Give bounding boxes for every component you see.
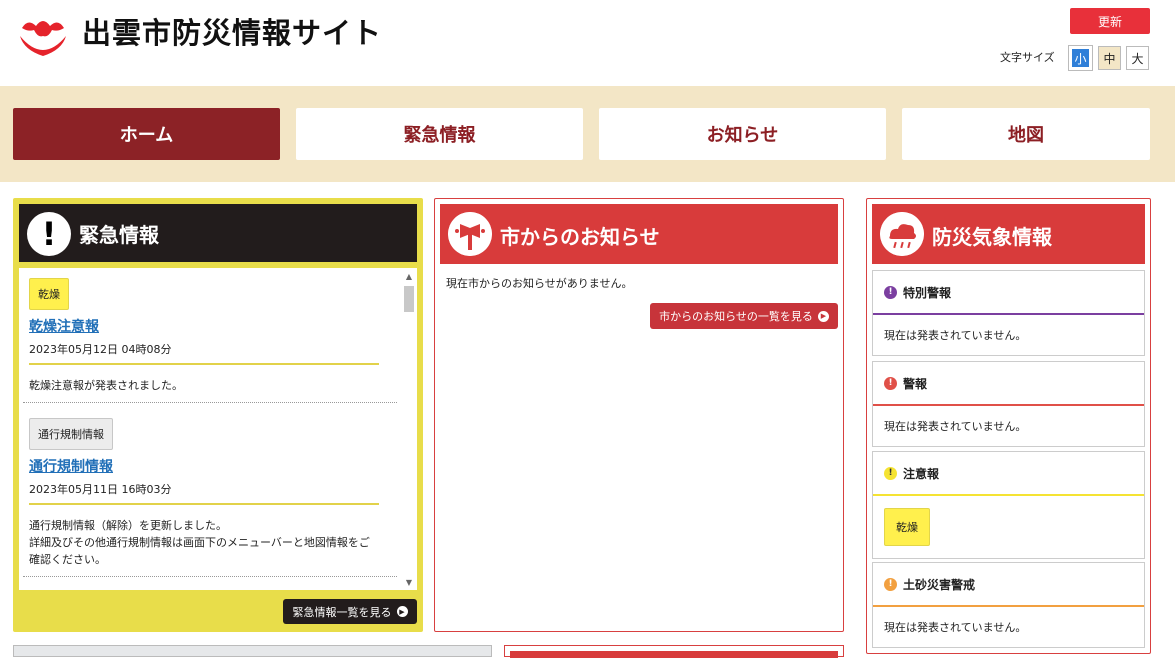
- font-size-small-button[interactable]: 小: [1068, 45, 1093, 71]
- city-notice-list-button[interactable]: 市からのお知らせの一覧を見る ▶: [650, 303, 838, 329]
- item-description: 乾燥注意報が発表されました。: [29, 379, 183, 392]
- city-logo-icon[interactable]: [18, 14, 68, 58]
- exclamation-icon: !: [884, 466, 897, 480]
- site-title[interactable]: 出雲市防災情報サイト: [82, 10, 382, 52]
- warning-status: 現在は発表されていません。: [884, 420, 1027, 433]
- warning-header: ! 警報: [873, 362, 1144, 406]
- advisory-header: ! 注意報: [873, 452, 1144, 496]
- weather-special-warning[interactable]: ! 特別警報 現在は発表されていません。: [872, 270, 1145, 356]
- tab-home[interactable]: ホーム: [13, 108, 280, 160]
- category-badge: 通行規制情報: [29, 418, 113, 450]
- tab-emergency[interactable]: 緊急情報: [296, 108, 583, 160]
- divider: [23, 402, 397, 403]
- weather-advisory[interactable]: ! 注意報 乾燥: [872, 451, 1145, 559]
- city-notice-title: 市からのお知らせ: [500, 225, 660, 249]
- weather-title: 防災気象情報: [932, 225, 1052, 249]
- item-title-link[interactable]: 乾燥注意報: [29, 316, 399, 336]
- emergency-list-button-label: 緊急情報一覧を見る: [292, 605, 392, 619]
- advisory-label: 注意報: [903, 466, 940, 481]
- emergency-list[interactable]: 乾燥 乾燥注意報 2023年05月12日 04時08分 乾燥注意報が発表されまし…: [19, 268, 417, 590]
- font-size-medium-button[interactable]: 中: [1098, 46, 1121, 70]
- landslide-header: ! 土砂災害警戒: [873, 563, 1144, 607]
- warning-label: 警報: [903, 376, 928, 391]
- emergency-title: 緊急情報: [79, 223, 159, 247]
- exclamation-icon: !: [884, 376, 897, 390]
- rain-cloud-icon: [880, 212, 924, 256]
- map-preview[interactable]: [13, 645, 492, 657]
- item-description: 通行規制情報（解除）を更新しました。 詳細及びその他通行規制情報は画面下のメニュ…: [29, 519, 370, 566]
- site-header: 出雲市防災情報サイト 更新 文字サイズ 小 中 大: [0, 0, 1175, 86]
- weather-warning[interactable]: ! 警報 現在は発表されていません。: [872, 361, 1145, 447]
- scroll-thumb[interactable]: [404, 286, 414, 312]
- city-notice-header: 市からのお知らせ: [440, 204, 838, 264]
- item-date: 2023年05月11日 16時03分: [29, 481, 379, 505]
- weather-landslide[interactable]: ! 土砂災害警戒 現在は発表されていません。: [872, 562, 1145, 648]
- arrow-right-icon: ▶: [817, 310, 829, 322]
- landslide-status: 現在は発表されていません。: [884, 621, 1027, 634]
- main-nav: ホーム 緊急情報 お知らせ 地図: [0, 86, 1175, 182]
- item-date: 2023年05月12日 04時08分: [29, 341, 379, 365]
- weather-header: 防災気象情報: [872, 204, 1145, 264]
- tab-map[interactable]: 地図: [902, 108, 1150, 160]
- item-title-link[interactable]: 通行規制情報: [29, 456, 399, 476]
- divider: [23, 576, 397, 577]
- special-warning-header: ! 特別警報: [873, 271, 1144, 315]
- emergency-header: ! 緊急情報: [19, 204, 417, 262]
- list-item: 通行規制情報 通行規制情報 2023年05月11日 16時03分 通行規制情報（…: [29, 418, 399, 568]
- scroll-up-arrow-icon[interactable]: ▲: [403, 270, 415, 282]
- special-warning-status: 現在は発表されていません。: [884, 329, 1027, 342]
- refresh-button[interactable]: 更新: [1070, 8, 1150, 34]
- emergency-panel: ! 緊急情報 乾燥 乾燥注意報 2023年05月12日 04時08分 乾燥注意報…: [13, 198, 423, 632]
- emergency-list-button[interactable]: 緊急情報一覧を見る ▶: [283, 599, 417, 624]
- special-warning-label: 特別警報: [903, 285, 952, 300]
- list-item: 乾燥 乾燥注意報 2023年05月12日 04時08分 乾燥注意報が発表されまし…: [29, 278, 399, 394]
- font-size-label: 文字サイズ: [1000, 51, 1055, 64]
- city-notice-panel: 市からのお知らせ 現在市からのお知らせがありません。 市からのお知らせの一覧を見…: [434, 198, 844, 632]
- weather-panel: 防災気象情報 ! 特別警報 現在は発表されていません。 ! 警報 現在は発表され…: [866, 198, 1151, 654]
- font-size-large-button[interactable]: 大: [1126, 46, 1149, 70]
- advisory-badge[interactable]: 乾燥: [884, 508, 930, 546]
- loudspeaker-icon: [448, 212, 492, 256]
- category-badge: 乾燥: [29, 278, 69, 310]
- tab-notices[interactable]: お知らせ: [599, 108, 886, 160]
- scroll-down-arrow-icon[interactable]: ▼: [403, 576, 415, 588]
- landslide-label: 土砂災害警戒: [903, 577, 976, 592]
- exclamation-icon: !: [884, 285, 897, 299]
- next-panel: [504, 645, 844, 658]
- scrollbar[interactable]: ▲ ▼: [402, 270, 415, 588]
- exclamation-icon: !: [884, 577, 897, 591]
- exclamation-icon: !: [27, 212, 71, 256]
- city-notice-list-button-label: 市からのお知らせの一覧を見る: [659, 310, 813, 323]
- city-notice-empty-text: 現在市からのお知らせがありません。: [446, 277, 633, 290]
- arrow-right-icon: ▶: [396, 606, 408, 617]
- advisory-body: 乾燥: [873, 496, 1144, 558]
